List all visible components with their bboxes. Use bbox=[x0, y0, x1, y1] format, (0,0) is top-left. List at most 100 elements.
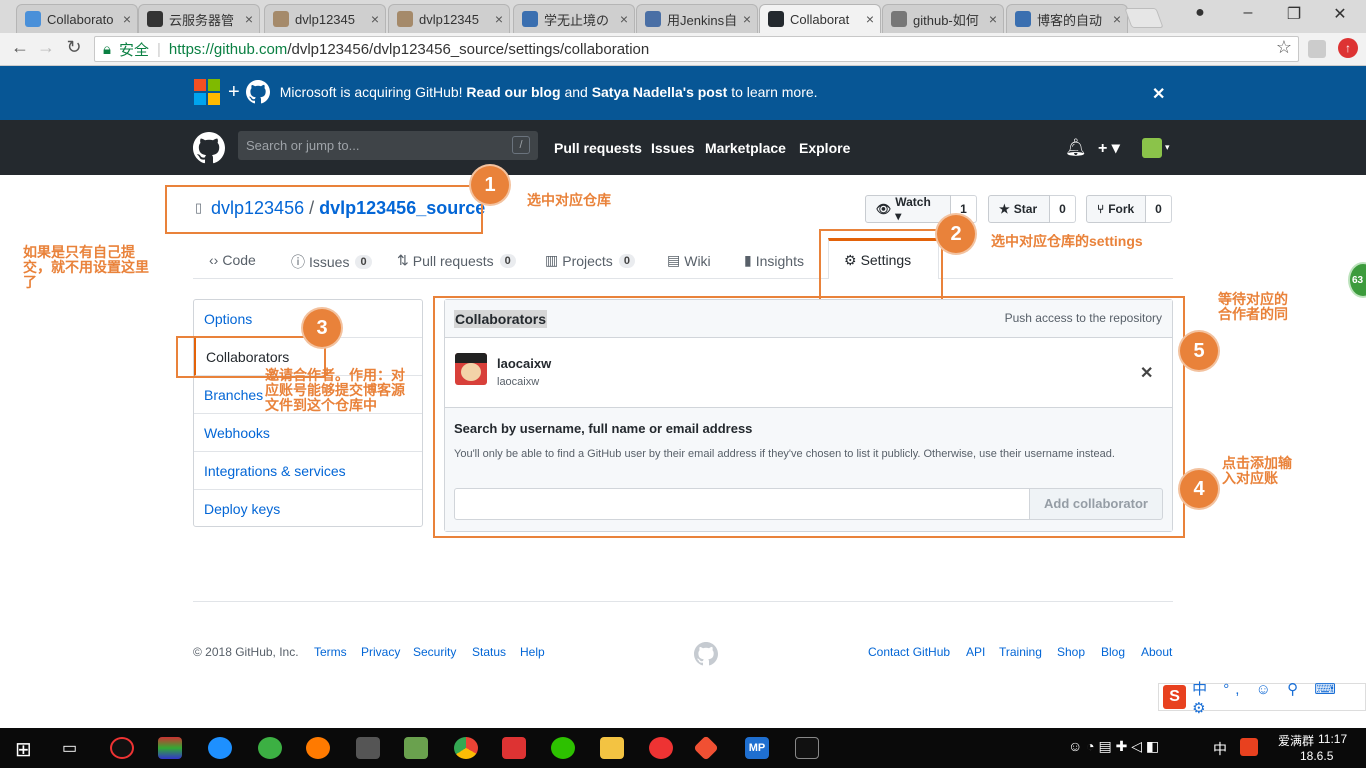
browser-tab[interactable]: 学无止境の × bbox=[513, 4, 635, 33]
tab-insights[interactable]: ▮ Insights bbox=[744, 252, 804, 269]
footer-link-training[interactable]: Training bbox=[999, 645, 1042, 659]
ime-toolbar[interactable]: S 中 °, ☺ ⚲ ⌨ ⚙ bbox=[1158, 681, 1366, 717]
xmind-icon[interactable] bbox=[502, 737, 526, 759]
browser-tab[interactable]: dvlp12345 × bbox=[264, 4, 386, 33]
internet-explorer-icon[interactable] bbox=[208, 737, 232, 759]
user-avatar[interactable] bbox=[1142, 138, 1162, 158]
banner-blog-link[interactable]: Read our blog bbox=[466, 84, 560, 100]
tab-close-icon[interactable]: × bbox=[371, 11, 379, 27]
bookmark-star-icon[interactable]: ☆ bbox=[1272, 37, 1296, 58]
watch-button[interactable]: 👁︎ Watch ▾ bbox=[865, 195, 951, 223]
star-button[interactable]: ★ Star bbox=[988, 195, 1050, 223]
footer-link-shop[interactable]: Shop bbox=[1057, 645, 1085, 659]
footer-link-terms[interactable]: Terms bbox=[314, 645, 347, 659]
wechat-icon[interactable] bbox=[551, 737, 575, 759]
menu-item-webhooks[interactable]: Webhooks bbox=[194, 414, 422, 452]
task-view-icon[interactable]: ▭ bbox=[62, 738, 77, 758]
footer-github-icon[interactable] bbox=[694, 642, 718, 666]
git-icon[interactable] bbox=[693, 735, 719, 761]
chrome-icon[interactable] bbox=[454, 737, 478, 759]
notification-bell-icon[interactable]: 🔔︎ bbox=[1065, 138, 1087, 158]
menu-item-integrations[interactable]: Integrations & services bbox=[194, 452, 422, 490]
sublime-icon[interactable] bbox=[356, 737, 380, 759]
terminal-icon[interactable] bbox=[795, 737, 819, 759]
file-explorer-icon[interactable] bbox=[600, 737, 624, 759]
forward-icon[interactable]: → bbox=[34, 37, 58, 58]
sql-icon[interactable] bbox=[404, 737, 428, 759]
360-browser-icon[interactable] bbox=[258, 737, 282, 759]
footer-link-status[interactable]: Status bbox=[472, 645, 506, 659]
extension-icon[interactable] bbox=[1308, 40, 1326, 58]
plus-icon: + bbox=[228, 80, 240, 103]
tab-close-icon[interactable]: × bbox=[620, 11, 628, 27]
footer-link-security[interactable]: Security bbox=[413, 645, 456, 659]
browser-tab[interactable]: Collaborato × bbox=[16, 4, 138, 33]
extension-alert-icon[interactable]: ↑ bbox=[1338, 38, 1358, 58]
fork-count[interactable]: 0 bbox=[1146, 195, 1172, 223]
browser-tab[interactable]: 用Jenkins自 × bbox=[636, 4, 758, 33]
avatar-chevron-down-icon[interactable]: ▾ bbox=[1165, 142, 1170, 153]
side-float-badge[interactable]: 63 bbox=[1348, 262, 1366, 298]
windows-start-icon[interactable]: ⊞ bbox=[15, 737, 32, 762]
maximize-button[interactable]: ❐ bbox=[1274, 4, 1314, 24]
slash-key-icon: / bbox=[512, 136, 530, 154]
browser-tab[interactable]: dvlp12345 × bbox=[388, 4, 510, 33]
tab-close-icon[interactable]: × bbox=[866, 11, 874, 27]
tab-close-icon[interactable]: × bbox=[123, 11, 131, 27]
banner-close-icon[interactable]: ✕ bbox=[1152, 84, 1165, 104]
tab-close-icon[interactable]: × bbox=[245, 11, 253, 27]
star-count[interactable]: 0 bbox=[1050, 195, 1076, 223]
close-window-button[interactable]: ✕ bbox=[1320, 4, 1360, 24]
tray-icons[interactable]: ☺ ◔ ▤ ✚ ◁ ◧ bbox=[1068, 738, 1159, 755]
tab-close-icon[interactable]: × bbox=[495, 11, 503, 27]
winrar-icon[interactable] bbox=[158, 737, 182, 759]
taskbar-time[interactable]: 11:17 bbox=[1318, 732, 1347, 746]
nav-pull-requests[interactable]: Pull requests bbox=[554, 140, 642, 156]
graph-icon: ▮ bbox=[744, 252, 752, 268]
github-octocat-icon[interactable] bbox=[193, 132, 225, 164]
tab-projects[interactable]: ▥ Projects 0 bbox=[545, 252, 635, 269]
footer-link-blog[interactable]: Blog bbox=[1101, 645, 1125, 659]
create-new-dropdown[interactable]: + ▾ bbox=[1098, 138, 1120, 158]
banner-satya-link[interactable]: Satya Nadella's post bbox=[592, 84, 728, 100]
tab-code[interactable]: ‹› Code bbox=[209, 252, 256, 268]
tab-close-icon[interactable]: × bbox=[1113, 11, 1121, 27]
taskbar-date[interactable]: 18.6.5 bbox=[1300, 749, 1333, 763]
footer-link-about[interactable]: About bbox=[1141, 645, 1172, 659]
github-search-input[interactable]: Search or jump to... / bbox=[238, 131, 538, 160]
qq-icon[interactable] bbox=[110, 737, 134, 759]
minimize-button[interactable]: – bbox=[1228, 4, 1268, 22]
tab-close-icon[interactable]: × bbox=[743, 11, 751, 27]
new-tab-button[interactable] bbox=[1124, 8, 1164, 28]
tab-issues[interactable]: ⓘ Issues 0 bbox=[291, 252, 372, 272]
tab-pull-requests[interactable]: ⇅ Pull requests 0 bbox=[397, 252, 516, 269]
footer-link-api[interactable]: API bbox=[966, 645, 985, 659]
footer-link-privacy[interactable]: Privacy bbox=[361, 645, 400, 659]
annotation-box-2 bbox=[819, 229, 943, 302]
browser-tab[interactable]: 博客的自动 × bbox=[1006, 4, 1128, 33]
nav-explore[interactable]: Explore bbox=[799, 140, 850, 156]
nav-marketplace[interactable]: Marketplace bbox=[705, 140, 786, 156]
tray-lang[interactable]: 中 bbox=[1213, 739, 1227, 759]
netease-music-icon[interactable] bbox=[649, 737, 673, 759]
menu-item-deploy-keys[interactable]: Deploy keys bbox=[194, 490, 422, 528]
browser-tab[interactable]: 云服务器管 × bbox=[138, 4, 260, 33]
nav-issues[interactable]: Issues bbox=[651, 140, 695, 156]
back-icon[interactable]: ← bbox=[8, 37, 32, 58]
browser-tab[interactable]: github-如何 × bbox=[882, 4, 1004, 33]
browser-tab[interactable]: Collaborat × bbox=[759, 4, 881, 33]
profile-icon[interactable]: ● bbox=[1180, 4, 1220, 22]
tray-sogou-icon[interactable] bbox=[1240, 738, 1258, 756]
reload-icon[interactable]: ↻ bbox=[62, 37, 86, 58]
address-bar[interactable]: 🔒︎ 安全 | https://github.com/dvlp123456/dv… bbox=[94, 36, 1299, 62]
annotation-left-note: 如果是只有自己提交，就不用设置这里了 bbox=[23, 244, 149, 290]
firefox-icon[interactable] bbox=[306, 737, 330, 759]
tab-close-icon[interactable]: × bbox=[989, 11, 997, 27]
footer-link-help[interactable]: Help bbox=[520, 645, 545, 659]
footer-link-contact[interactable]: Contact GitHub bbox=[868, 645, 950, 659]
mp-icon[interactable]: MP bbox=[745, 737, 769, 759]
search-placeholder: Search or jump to... bbox=[246, 138, 360, 153]
tab-favicon-icon bbox=[273, 11, 289, 27]
tab-wiki[interactable]: ▤ Wiki bbox=[667, 252, 711, 269]
fork-button[interactable]: ⑂ Fork bbox=[1086, 195, 1146, 223]
